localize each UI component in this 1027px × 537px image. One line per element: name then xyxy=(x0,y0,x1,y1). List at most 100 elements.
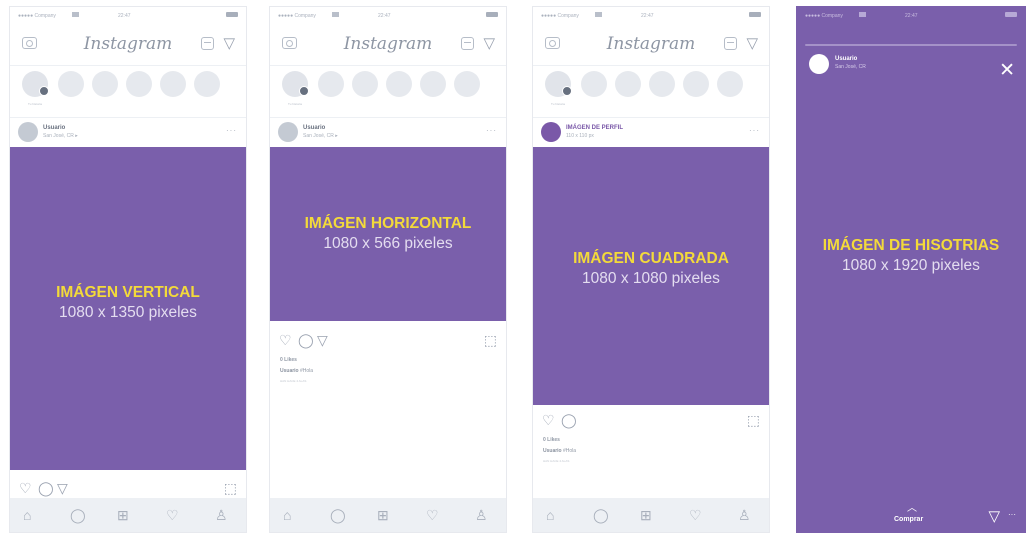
story-item[interactable] xyxy=(386,71,412,97)
wifi-icon xyxy=(332,12,339,17)
tab-bar: ⌂ ◯ ⊞ ♡ ♙ xyxy=(270,498,506,532)
add-icon[interactable]: ⊞ xyxy=(117,506,129,524)
story-item[interactable] xyxy=(160,71,186,97)
comment-icon[interactable]: ◯ xyxy=(38,478,54,498)
caption-username[interactable]: Usuario xyxy=(280,368,299,374)
story-item[interactable] xyxy=(615,71,641,97)
post-username[interactable]: IMÁGEN DE PERFIL xyxy=(566,125,623,131)
add-icon[interactable]: ⊞ xyxy=(377,506,389,524)
image-size: 1080 x 1920 pixeles xyxy=(842,257,980,274)
story-item[interactable] xyxy=(352,71,378,97)
activity-heart-icon[interactable]: ♡ xyxy=(166,506,179,524)
activity-heart-icon[interactable]: ♡ xyxy=(426,506,439,524)
more-icon[interactable]: ··· xyxy=(486,126,497,135)
story-own[interactable] xyxy=(545,71,572,97)
tv-icon[interactable] xyxy=(201,37,214,50)
heart-icon[interactable]: ♡ xyxy=(19,478,32,498)
likes-count[interactable]: 0 Likes xyxy=(280,357,297,363)
story-item[interactable] xyxy=(58,71,84,97)
send-icon[interactable]: ▽ xyxy=(988,507,1000,525)
post-image: IMÁGEN HORIZONTAL 1080 x 566 pixeles xyxy=(270,147,506,321)
search-icon[interactable]: ◯ xyxy=(70,506,86,524)
story-item[interactable] xyxy=(649,71,675,97)
story-item[interactable] xyxy=(581,71,607,97)
story-own[interactable] xyxy=(282,71,309,97)
story-item[interactable] xyxy=(683,71,709,97)
send-icon[interactable]: ▽ xyxy=(317,330,328,350)
buy-button[interactable]: Comprar xyxy=(894,516,923,523)
post-username[interactable]: Usuario xyxy=(43,125,65,131)
post-actions: ♡ ◯ ▽ ⬚ xyxy=(270,330,506,354)
likes-count[interactable]: 0 Likes xyxy=(543,437,560,443)
phone-screen-square: ●●●●● Company 22:47 Instagram ▽ Tu histo… xyxy=(532,6,770,533)
profile-icon[interactable]: ♙ xyxy=(738,506,751,524)
story-location[interactable]: San José, CR xyxy=(835,64,866,70)
activity-heart-icon[interactable]: ♡ xyxy=(689,506,702,524)
story-item[interactable] xyxy=(454,71,480,97)
avatar[interactable] xyxy=(809,54,829,74)
avatar[interactable] xyxy=(541,122,561,142)
story-item[interactable] xyxy=(92,71,118,97)
story-item[interactable] xyxy=(194,71,220,97)
more-icon[interactable]: ··· xyxy=(226,126,237,135)
close-icon[interactable]: ✕ xyxy=(999,61,1015,80)
post-header: Usuario San José, CR ▸ ··· xyxy=(10,118,246,147)
battery-icon xyxy=(486,12,498,17)
story-item[interactable] xyxy=(717,71,743,97)
tv-icon[interactable] xyxy=(461,37,474,50)
status-time: 22:47 xyxy=(378,13,391,19)
bookmark-icon[interactable]: ⬚ xyxy=(747,410,760,430)
chevron-up-icon[interactable]: ︿ xyxy=(907,499,917,514)
send-icon[interactable]: ▽ xyxy=(223,34,235,52)
status-bar: ●●●●● Company 22:47 xyxy=(270,7,506,25)
more-icon[interactable]: ··· xyxy=(749,126,760,135)
more-icon[interactable]: ··· xyxy=(1008,510,1016,519)
wifi-icon xyxy=(859,12,866,17)
post-location[interactable]: San José, CR ▸ xyxy=(303,133,338,139)
home-icon[interactable]: ⌂ xyxy=(546,506,554,524)
tab-bar: ⌂ ◯ ⊞ ♡ ♙ xyxy=(533,498,769,532)
image-size: 1080 x 1350 pixeles xyxy=(59,304,197,321)
post-caption: Usuario #Hola xyxy=(543,448,576,454)
avatar[interactable] xyxy=(18,122,38,142)
stories-tray: Tu historia xyxy=(270,65,506,118)
image-size: 1080 x 566 pixeles xyxy=(323,235,453,252)
avatar[interactable] xyxy=(278,122,298,142)
story-item[interactable] xyxy=(126,71,152,97)
heart-icon[interactable]: ♡ xyxy=(542,410,555,430)
top-bar: Instagram ▽ xyxy=(10,25,246,66)
heart-icon[interactable]: ♡ xyxy=(279,330,292,350)
status-time: 22:47 xyxy=(641,13,654,19)
send-icon[interactable]: ▽ xyxy=(57,478,68,498)
add-icon[interactable]: ⊞ xyxy=(640,506,652,524)
search-icon[interactable]: ◯ xyxy=(330,506,346,524)
story-item[interactable] xyxy=(318,71,344,97)
send-icon[interactable]: ▽ xyxy=(483,34,495,52)
search-icon[interactable]: ◯ xyxy=(593,506,609,524)
story-progress-bar xyxy=(805,44,1017,46)
status-bar: ●●●●● Company 22:47 xyxy=(10,7,246,25)
bookmark-icon[interactable]: ⬚ xyxy=(224,478,237,498)
post-username[interactable]: Usuario xyxy=(303,125,325,131)
wifi-icon xyxy=(595,12,602,17)
home-icon[interactable]: ⌂ xyxy=(23,506,31,524)
tv-icon[interactable] xyxy=(724,37,737,50)
home-icon[interactable]: ⌂ xyxy=(283,506,291,524)
image-title: IMÁGEN VERTICAL xyxy=(56,284,200,301)
story-username[interactable]: Usuario xyxy=(835,56,857,62)
comment-icon[interactable]: ◯ xyxy=(298,330,314,350)
post-location[interactable]: San José, CR ▸ xyxy=(43,133,78,139)
post-location[interactable]: 110 x 110 px xyxy=(566,133,594,139)
caption-text: #Hola xyxy=(298,368,314,374)
story-item[interactable] xyxy=(420,71,446,97)
phone-screen-story: ●●●●● Company 22:47 Usuario San José, CR… xyxy=(796,6,1026,533)
stories-tray: Tu historia xyxy=(533,65,769,118)
carrier-label: ●●●●● Company xyxy=(541,13,579,19)
profile-icon[interactable]: ♙ xyxy=(215,506,228,524)
story-own[interactable] xyxy=(22,71,49,97)
comment-icon[interactable]: ◯ xyxy=(561,410,577,430)
bookmark-icon[interactable]: ⬚ xyxy=(484,330,497,350)
profile-icon[interactable]: ♙ xyxy=(475,506,488,524)
send-icon[interactable]: ▽ xyxy=(746,34,758,52)
caption-username[interactable]: Usuario xyxy=(543,448,562,454)
